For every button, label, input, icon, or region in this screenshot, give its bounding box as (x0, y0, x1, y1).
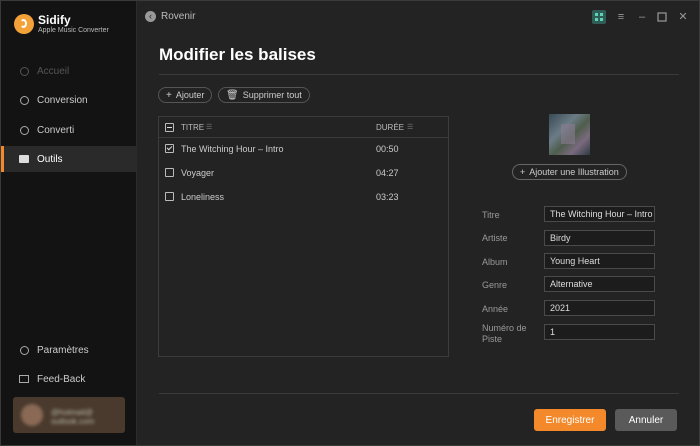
sort-icon[interactable]: ☰ (407, 123, 413, 131)
sidebar-item-label: Converti (37, 124, 75, 136)
save-button[interactable]: Enregistrer (534, 409, 606, 431)
account-email: @hotmail@ outlook.com (51, 408, 95, 426)
app-name: Sidify (38, 13, 71, 27)
track-duration: 04:27 (376, 168, 399, 178)
avatar (21, 404, 43, 426)
cancel-button[interactable]: Annuler (615, 409, 677, 431)
artist-label: Artiste (482, 233, 508, 243)
row-checkbox[interactable] (165, 192, 174, 201)
table-header: TITRE ☰ DURÉE ☰ (159, 117, 448, 138)
minimize-icon[interactable]: – (635, 10, 649, 24)
sidebar-item-label: Feed-Back (37, 373, 86, 385)
sidebar-item-label: Paramètres (37, 344, 89, 356)
year-field[interactable]: 2021 (544, 300, 655, 316)
trash-icon: 🗑 (226, 89, 239, 101)
plus-icon: + (520, 167, 526, 177)
close-icon[interactable]: ✕ (676, 10, 690, 24)
column-duration: DURÉE (376, 123, 405, 132)
select-all-checkbox[interactable] (165, 123, 174, 132)
grid-view-icon[interactable] (592, 10, 606, 24)
sidebar-item-outils[interactable]: Outils (1, 146, 137, 172)
table-row[interactable]: The Witching Hour – Intro 00:50 (159, 137, 448, 161)
delete-all-label: Supprimer tout (242, 90, 302, 100)
home-icon (19, 66, 29, 76)
artist-field[interactable]: Birdy (544, 230, 655, 246)
genre-label: Genre (482, 280, 508, 290)
sidify-logo-icon (14, 14, 34, 34)
conversion-icon (19, 95, 29, 105)
sidebar-item-label: Conversion (37, 94, 88, 106)
track-number-field[interactable]: 1 (544, 324, 655, 340)
table-row[interactable]: Voyager 04:27 (159, 161, 448, 185)
sidebar-item-parametres[interactable]: Paramètres (1, 337, 137, 363)
sidebar-item-converti[interactable]: Converti (1, 117, 137, 143)
track-duration: 00:50 (376, 144, 399, 154)
year-label: Année (482, 304, 509, 314)
title-field[interactable]: The Witching Hour – Intro (544, 206, 655, 222)
sidebar-item-accueil[interactable]: Accueil (1, 58, 137, 84)
table-row[interactable]: Loneliness 03:23 (159, 185, 448, 209)
app-subtitle: Apple Music Converter (38, 27, 109, 34)
back-button[interactable]: ‹ Rovenir (145, 11, 195, 22)
title-label: Titre (482, 210, 500, 220)
sidebar: Sidify Apple Music Converter Accueil Con… (1, 1, 137, 445)
album-label: Album (482, 257, 508, 267)
sort-icon[interactable]: ☰ (206, 123, 212, 131)
column-title: TITRE (181, 123, 205, 132)
row-checkbox[interactable] (165, 168, 174, 177)
app-window: Sidify Apple Music Converter Accueil Con… (0, 0, 700, 446)
divider (159, 74, 679, 75)
maximize-icon[interactable] (655, 10, 669, 24)
sidebar-item-label: Outils (37, 153, 63, 165)
track-duration: 03:23 (376, 192, 399, 202)
album-artwork (549, 114, 590, 155)
album-field[interactable]: Young Heart (544, 253, 655, 269)
track-number-label: Numéro de Piste (482, 323, 527, 344)
back-label: Rovenir (161, 11, 196, 22)
mail-icon (19, 374, 29, 384)
add-button-label: Ajouter (175, 90, 205, 100)
plus-icon: + (166, 89, 172, 101)
row-checkbox[interactable] (165, 144, 174, 153)
add-illustration-button[interactable]: + Ajouter une Illustration (512, 164, 627, 180)
toolbox-icon (19, 154, 29, 164)
delete-all-button[interactable]: 🗑 Supprimer tout (218, 87, 310, 103)
add-button[interactable]: + Ajouter (158, 87, 213, 103)
account-panel[interactable]: @hotmail@ outlook.com (13, 397, 125, 433)
track-title: Voyager (181, 168, 215, 178)
sidebar-item-feedback[interactable]: Feed-Back (1, 366, 137, 392)
menu-icon[interactable]: ≡ (614, 10, 628, 24)
clock-icon (19, 125, 29, 135)
settings-icon (19, 345, 29, 355)
track-title: Loneliness (181, 192, 225, 202)
genre-field[interactable]: Alternative (544, 276, 655, 292)
add-illustration-label: Ajouter une Illustration (529, 167, 619, 177)
track-title: The Witching Hour – Intro (181, 144, 284, 154)
main-panel: ‹ Rovenir ≡ – ✕ Modifier les balises + A… (137, 1, 699, 445)
sidebar-item-conversion[interactable]: Conversion (1, 87, 137, 113)
sidebar-item-label: Accueil (37, 65, 70, 77)
track-table: TITRE ☰ DURÉE ☰ The Witching Hour – Intr… (158, 116, 449, 357)
page-title: Modifier les balises (159, 45, 316, 64)
divider (159, 393, 679, 394)
back-arrow-icon: ‹ (145, 11, 156, 22)
